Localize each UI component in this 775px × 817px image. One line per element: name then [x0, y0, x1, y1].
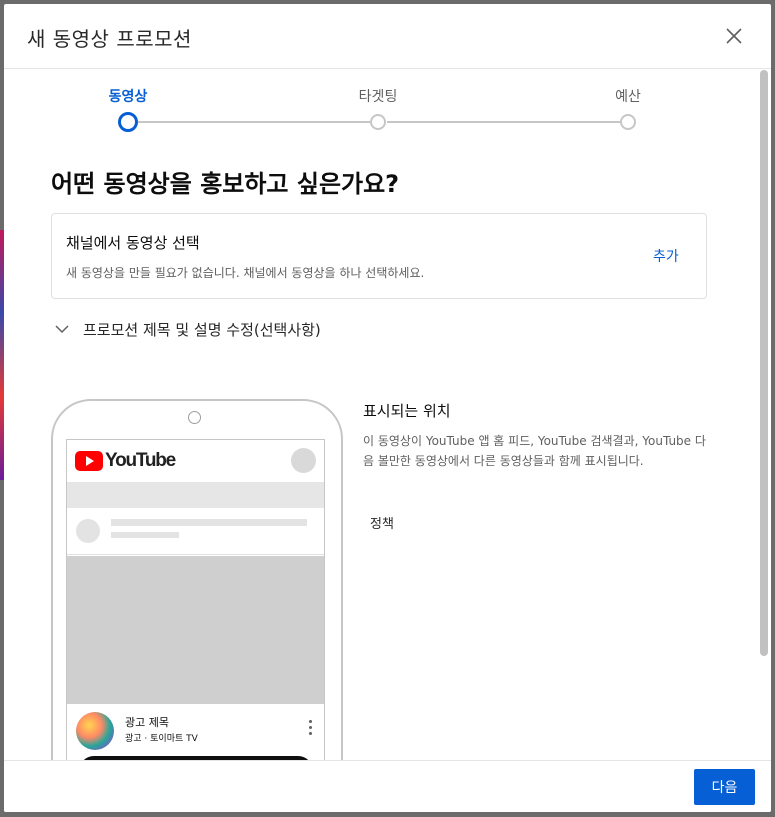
next-button[interactable]: 다음: [694, 769, 755, 805]
phone-preview: YouTube 광고 제목 광고 · 토이마트 TV: [51, 399, 343, 812]
step-label-video[interactable]: 동영상: [109, 86, 148, 106]
channel-avatar: [76, 712, 114, 750]
step-dot-video[interactable]: [118, 112, 138, 132]
select-video-card: 채널에서 동영상 선택 새 동영상을 만들 필요가 없습니다. 채널에서 동영상…: [51, 213, 707, 299]
placement-description: 이 동영상이 YouTube 앱 홈 피드, YouTube 검색결과, You…: [363, 434, 706, 468]
policy-link[interactable]: 정책: [370, 513, 394, 532]
close-icon: [726, 28, 742, 44]
youtube-header: YouTube: [67, 440, 324, 482]
dialog-header: 새 동영상 프로모션: [4, 4, 771, 69]
card-title: 채널에서 동영상 선택: [66, 234, 200, 252]
add-video-button[interactable]: 추가: [653, 246, 679, 266]
chevron-down-icon: [55, 325, 69, 334]
placement-title: 표시되는 위치: [363, 402, 451, 420]
placeholder-avatar: [76, 519, 100, 543]
ad-title: 광고 제목: [125, 716, 169, 729]
placeholder-bar: [67, 482, 324, 508]
page-heading: 어떤 동영상을 홍보하고 싶은가요?: [51, 170, 400, 198]
phone-screen: YouTube 광고 제목 광고 · 토이마트 TV: [66, 439, 325, 812]
youtube-play-icon: [75, 451, 103, 471]
card-description: 새 동영상을 만들 필요가 없습니다. 채널에서 동영상을 하나 선택하세요.: [66, 266, 425, 280]
phone-camera: [188, 411, 201, 424]
promotion-dialog: 새 동영상 프로모션 동영상 타겟팅 예산 어떤 동영상을 홍보하고 싶은가요?…: [4, 4, 771, 812]
step-connector: [387, 121, 621, 123]
ad-subtitle: 광고 · 토이마트 TV: [125, 734, 198, 744]
step-dot-targeting[interactable]: [370, 114, 386, 130]
step-connector: [137, 121, 371, 123]
edit-toggle-label: 프로모션 제목 및 설명 수정(선택사항): [83, 321, 321, 339]
more-vert-icon: [307, 720, 313, 738]
youtube-wordmark: YouTube: [105, 450, 176, 471]
dialog-title: 새 동영상 프로모션: [27, 27, 192, 51]
progress-stepper: 동영상 타겟팅 예산: [4, 68, 754, 138]
step-dot-budget[interactable]: [620, 114, 636, 130]
dialog-footer: 다음: [4, 760, 771, 812]
scrollbar[interactable]: [760, 70, 768, 656]
divider: [67, 554, 324, 555]
avatar: [291, 448, 316, 473]
placeholder-line: [111, 519, 307, 526]
step-label-budget[interactable]: 예산: [615, 86, 641, 106]
step-label-targeting[interactable]: 타겟팅: [359, 86, 398, 106]
youtube-logo: YouTube: [75, 450, 176, 472]
close-button[interactable]: [721, 23, 747, 49]
video-thumbnail-placeholder: [67, 556, 324, 704]
placeholder-line: [111, 532, 179, 538]
